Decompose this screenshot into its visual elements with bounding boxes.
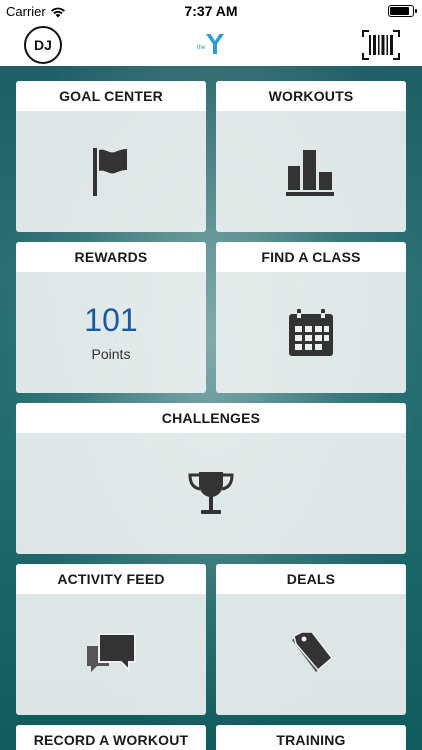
calendar-icon bbox=[289, 308, 333, 356]
activity-feed-tile[interactable]: ACTIVITY FEED bbox=[16, 564, 206, 715]
deals-title: DEALS bbox=[216, 564, 406, 594]
workouts-title: WORKOUTS bbox=[216, 81, 406, 111]
deals-tile[interactable]: DEALS bbox=[216, 564, 406, 715]
rewards-title: REWARDS bbox=[16, 242, 206, 272]
challenges-title: CHALLENGES bbox=[16, 403, 406, 433]
points-label: Points bbox=[91, 345, 131, 362]
goal-center-tile[interactable]: GOAL CENTER bbox=[16, 81, 206, 232]
trophy-icon bbox=[188, 471, 234, 514]
tags-icon bbox=[292, 631, 334, 672]
status-bar: Carrier 7:37 AM bbox=[0, 0, 422, 22]
training-tile[interactable]: TRAINING bbox=[216, 725, 406, 750]
activity-feed-title: ACTIVITY FEED bbox=[16, 564, 206, 594]
points-value: 101 bbox=[84, 301, 138, 338]
bar-chart-icon bbox=[286, 149, 334, 196]
logo-text: the bbox=[197, 45, 206, 51]
ymca-logo-icon: the bbox=[197, 34, 224, 54]
find-a-class-title: FIND A CLASS bbox=[216, 242, 406, 272]
barcode-scan-icon[interactable] bbox=[362, 30, 400, 60]
record-a-workout-tile[interactable]: RECORD A WORKOUT bbox=[16, 725, 206, 750]
challenges-tile[interactable]: CHALLENGES bbox=[16, 403, 406, 554]
dashboard-grid: GOAL CENTER WORKOUTS REWARDS 101 Points bbox=[0, 66, 422, 750]
avatar[interactable]: DJ bbox=[24, 26, 62, 64]
workouts-tile[interactable]: WORKOUTS bbox=[216, 81, 406, 232]
record-a-workout-title: RECORD A WORKOUT bbox=[16, 725, 206, 750]
training-title: TRAINING bbox=[216, 725, 406, 750]
flag-icon bbox=[93, 147, 127, 196]
find-a-class-tile[interactable]: FIND A CLASS bbox=[216, 242, 406, 393]
clock: 7:37 AM bbox=[184, 3, 238, 19]
chat-bubbles-icon bbox=[87, 632, 136, 672]
rewards-tile[interactable]: REWARDS 101 Points bbox=[16, 242, 206, 393]
nav-bar: DJ the bbox=[0, 22, 422, 66]
battery-icon bbox=[388, 5, 417, 17]
goal-center-title: GOAL CENTER bbox=[16, 81, 206, 111]
